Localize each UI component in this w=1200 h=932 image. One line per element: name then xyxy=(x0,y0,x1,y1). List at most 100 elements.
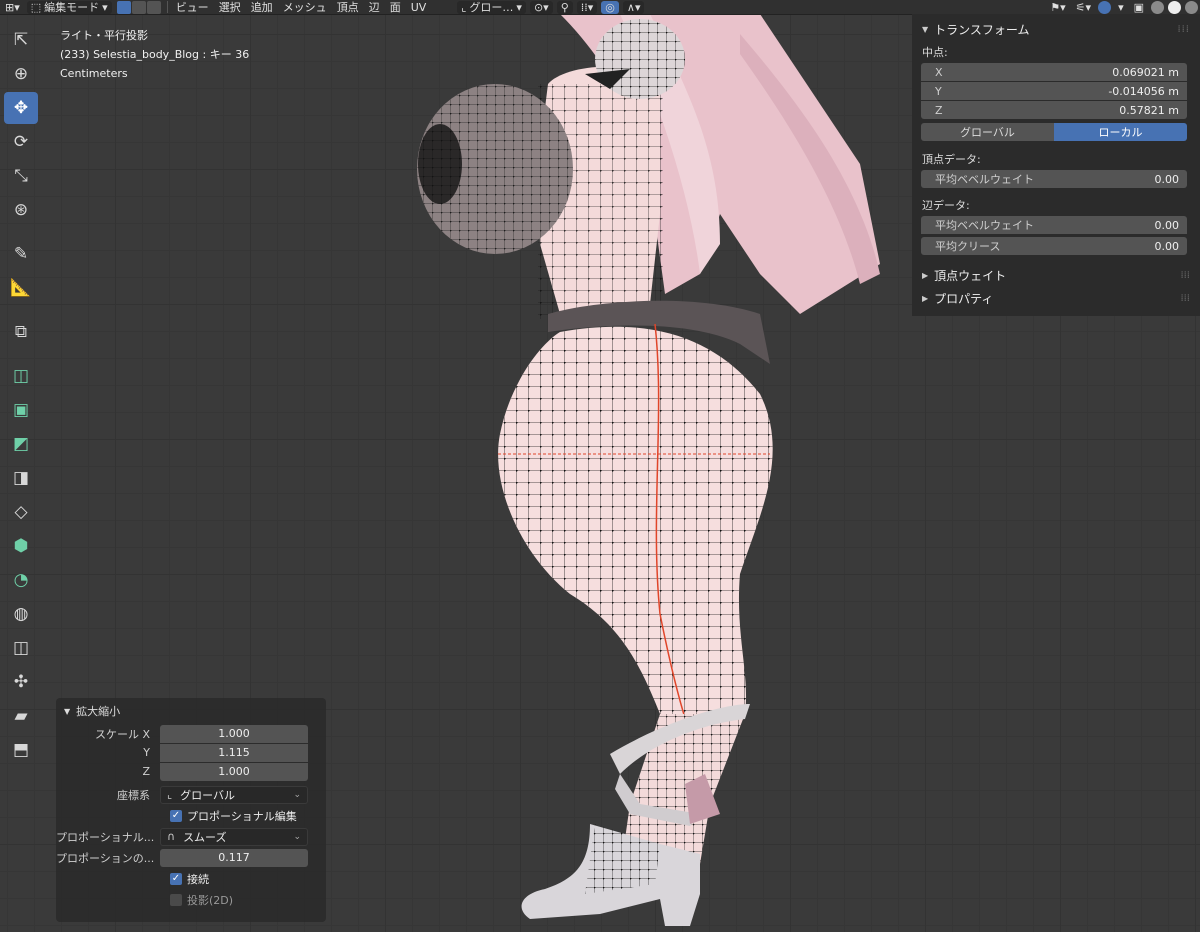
local-button[interactable]: ローカル xyxy=(1054,123,1187,141)
pivot-icon: ⊙▾ xyxy=(533,0,549,14)
transform-icon[interactable]: ⊛ xyxy=(4,194,38,226)
shrink-fatten-icon[interactable]: ✣ xyxy=(4,666,38,698)
edit-mode-icon: ⬚ xyxy=(30,0,42,14)
snap-dropdown[interactable]: ⁞⁞▾ xyxy=(576,0,598,14)
properties-header[interactable]: ▶ プロパティ ⁞⁞⁞ xyxy=(912,287,1200,310)
scale-z-field[interactable]: 1.000 xyxy=(160,762,308,781)
falloff-dropdown[interactable]: ∩ スムーズ ⌄ xyxy=(160,827,308,846)
orientation-label: 座標系 xyxy=(117,788,150,802)
properties-label: プロパティ xyxy=(934,292,994,306)
edge-bevel-weight-field[interactable]: 平均ベベルウェイト 0.00 xyxy=(921,216,1187,234)
gizmo-icon[interactable]: ⚑▾ xyxy=(1045,0,1070,15)
operator-panel: ▼ 拡大縮小 スケール X 1.000 Y 1.115 Z 1.000 座標系 … xyxy=(56,698,326,922)
face-select-icon[interactable] xyxy=(146,0,161,14)
editor-type-icon[interactable]: ⊞▾ xyxy=(0,0,25,15)
inset-icon[interactable]: ▣ xyxy=(4,394,38,426)
checkmark-icon: ✓ xyxy=(170,809,182,822)
pivot-dropdown[interactable]: ⊙▾ xyxy=(529,0,553,14)
transform-panel-header[interactable]: ▼ トランスフォーム ⁞⁞⁞ xyxy=(912,14,1200,44)
menu-mesh[interactable]: メッシュ xyxy=(278,0,332,15)
operator-title: 拡大縮小 xyxy=(76,705,121,718)
annotate-icon[interactable]: ✎ xyxy=(4,238,38,270)
mode-label: 編集モード xyxy=(44,1,100,14)
menu-view[interactable]: ビュー xyxy=(171,0,214,15)
operator-panel-header[interactable]: ▼ 拡大縮小 xyxy=(56,698,326,724)
median-z-field[interactable]: Z 0.57821 m xyxy=(921,101,1187,119)
z-label: Z xyxy=(935,103,943,117)
median-y-field[interactable]: Y -0.014056 m xyxy=(921,82,1187,100)
sidebar-panel: ▼ トランスフォーム ⁞⁞⁞ 中点: X 0.069021 m Y -0.014… xyxy=(912,14,1200,316)
spin-icon[interactable]: ◔ xyxy=(4,564,38,596)
bevel-icon[interactable]: ◩ xyxy=(4,428,38,460)
transform-orientation-dropdown[interactable]: ⌞ グロー… ▾ xyxy=(457,0,526,14)
chevron-down-icon[interactable]: ▾ xyxy=(1113,0,1129,15)
proportional-toggle[interactable]: ◎ xyxy=(601,0,619,14)
scale-icon[interactable]: ⤡ xyxy=(4,160,38,192)
drag-grip-icon[interactable]: ⁞⁞⁞ xyxy=(1177,24,1190,35)
falloff-icon: ∧▾ xyxy=(626,0,641,14)
separator xyxy=(166,1,168,13)
vertex-weights-label: 頂点ウェイト xyxy=(934,269,1007,283)
measure-icon[interactable]: 📐 xyxy=(4,272,38,304)
edge-slide-icon[interactable]: ◫ xyxy=(4,632,38,664)
mode-dropdown[interactable]: ⬚ 編集モード ▾ xyxy=(26,0,112,14)
edge-bevel-value: 0.00 xyxy=(1154,218,1180,232)
edge-select-icon[interactable] xyxy=(131,0,146,14)
connected-checkbox[interactable]: ✓ 接続 xyxy=(170,868,326,889)
scale-x-field[interactable]: 1.000 xyxy=(160,724,308,743)
space-toggle: グローバル ローカル xyxy=(921,123,1187,141)
solid-shading-icon[interactable] xyxy=(1151,0,1164,14)
material-shading-icon[interactable] xyxy=(1168,0,1181,14)
chevron-down-icon: ⌄ xyxy=(293,789,301,800)
poly-build-icon[interactable]: ⬢ xyxy=(4,530,38,562)
falloff-label: プロポーショナル... xyxy=(56,830,155,844)
drag-grip-icon[interactable]: ⁞⁞⁞ xyxy=(1180,293,1190,304)
tool-shelf: ⇱ ⊕ ✥ ⟳ ⤡ ⊛ ✎ 📐 ⧉ ◫ ▣ ◩ ◨ ◇ ⬢ ◔ ◍ ◫ ✣ ▰ … xyxy=(0,22,44,768)
shear-icon[interactable]: ▰ xyxy=(4,700,38,732)
knife-icon[interactable]: ◇ xyxy=(4,496,38,528)
rendered-shading-icon[interactable] xyxy=(1185,0,1198,14)
rip-icon[interactable]: ⬒ xyxy=(4,734,38,766)
falloff-dropdown[interactable]: ∧▾ xyxy=(622,0,645,14)
extrude-icon[interactable]: ◫ xyxy=(4,360,38,392)
viewport-info: ライト・平行投影 (233) Selestia_body_Blog : キー 3… xyxy=(60,26,249,83)
proportional-size-field[interactable]: 0.117 xyxy=(160,848,308,867)
snap-icon: ⚲ xyxy=(560,0,569,14)
falloff-value: スムーズ xyxy=(183,830,227,844)
menu-face[interactable]: 面 xyxy=(385,0,406,15)
snap-toggle[interactable]: ⚲ xyxy=(556,0,573,14)
collapsed-triangle-icon: ▶ xyxy=(922,271,929,280)
menu-edge[interactable]: 辺 xyxy=(364,0,385,15)
view-label: ライト・平行投影 xyxy=(60,29,148,42)
y-label: Y xyxy=(935,84,942,98)
vertex-bevel-weight-field[interactable]: 平均ベベルウェイト 0.00 xyxy=(921,170,1187,188)
rotate-icon[interactable]: ⟳ xyxy=(4,126,38,158)
xray-icon[interactable] xyxy=(1098,0,1112,14)
3d-cursor-icon[interactable]: ⊕ xyxy=(4,58,38,90)
menu-select[interactable]: 選択 xyxy=(214,0,246,15)
drag-grip-icon[interactable]: ⁞⁞⁞ xyxy=(1180,270,1190,281)
median-x-field[interactable]: X 0.069021 m xyxy=(921,63,1187,81)
loop-cut-icon[interactable]: ◨ xyxy=(4,462,38,494)
global-button[interactable]: グローバル xyxy=(921,123,1054,141)
wireframe-shading-icon[interactable]: ▣ xyxy=(1129,0,1149,15)
move-icon[interactable]: ✥ xyxy=(4,92,38,124)
menu-vertex[interactable]: 頂点 xyxy=(332,0,364,15)
select-cursor-icon[interactable]: ⇱ xyxy=(4,24,38,56)
menu-uv[interactable]: UV xyxy=(406,0,432,15)
vertex-select-icon[interactable] xyxy=(116,0,131,14)
smooth-icon[interactable]: ◍ xyxy=(4,598,38,630)
scale-y-field[interactable]: 1.115 xyxy=(160,743,308,762)
scale-x-label: スケール X xyxy=(94,727,150,741)
proportional-edit-checkbox[interactable]: ✓ プロポーショナル編集 xyxy=(170,805,326,826)
vertex-weights-header[interactable]: ▶ 頂点ウェイト ⁞⁞⁞ xyxy=(912,264,1200,287)
crease-field[interactable]: 平均クリース 0.00 xyxy=(921,237,1187,255)
add-cube-icon[interactable]: ⧉ xyxy=(4,316,38,348)
overlay-icon[interactable]: ⚟▾ xyxy=(1071,0,1096,15)
scale-y-label: Y xyxy=(143,746,150,759)
projected-checkbox[interactable]: 投影(2D) xyxy=(170,889,326,910)
orientation-dropdown[interactable]: ⌞ グローバル ⌄ xyxy=(160,785,308,804)
menu-add[interactable]: 追加 xyxy=(246,0,278,15)
chevron-down-icon: ▾ xyxy=(102,0,108,14)
transform-title: トランスフォーム xyxy=(934,22,1030,37)
